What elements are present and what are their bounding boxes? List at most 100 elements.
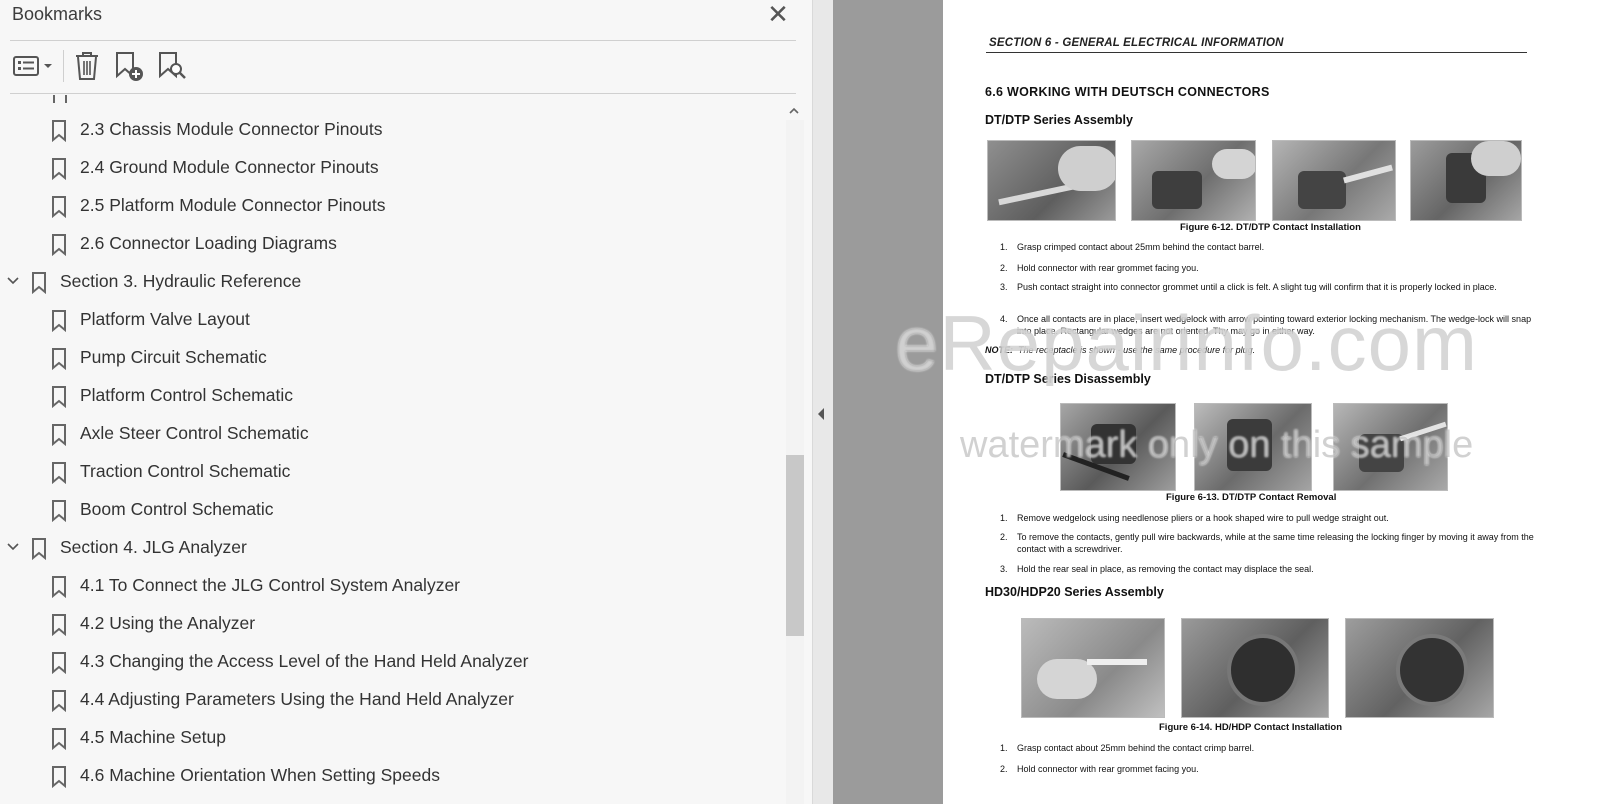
step-text: Hold the rear seal in place, as removing…	[1017, 564, 1314, 574]
bookmark-section-item[interactable]: Section 4. JLG Analyzer	[0, 529, 780, 567]
step-text: Grasp crimped contact about 25mm behind …	[1017, 242, 1265, 252]
step-text: Grasp contact about 25mm behind the cont…	[1017, 743, 1255, 753]
bookmark-icon	[31, 538, 47, 561]
bookmark-icon	[31, 272, 47, 295]
bookmark-item[interactable]: 2.3 Chassis Module Connector Pinouts	[0, 111, 780, 149]
bookmark-item[interactable]: 4.2 Using the Analyzer	[0, 605, 780, 643]
figure-caption: Figure 6-14. HD/HDP Contact Installation	[1159, 722, 1342, 733]
bookmark-label: Pump Circuit Schematic	[80, 347, 267, 367]
contact-photo	[1131, 140, 1256, 221]
step-number: 1.	[1000, 513, 1008, 523]
step-number: 1.	[1000, 242, 1008, 252]
bookmark-search-icon	[159, 52, 186, 79]
contact-photo	[1410, 140, 1522, 221]
contact-photo	[1345, 618, 1494, 718]
step-text: Push contact straight into connector gro…	[1017, 282, 1497, 292]
bookmark-item[interactable]: 4.4 Adjusting Parameters Using the Hand …	[0, 681, 780, 719]
list-options-icon	[13, 56, 52, 76]
contact-photo	[1021, 618, 1165, 718]
bookmark-label: 4.5 Machine Setup	[80, 727, 226, 747]
bookmark-label: 4.4 Adjusting Parameters Using the Hand …	[80, 689, 514, 709]
new-bookmark-button[interactable]	[112, 46, 146, 86]
bookmark-icon	[51, 158, 67, 181]
bookmark-label: Section 4. JLG Analyzer	[60, 537, 247, 557]
subheading-hd-assembly: HD30/HDP20 Series Assembly	[985, 585, 1164, 599]
bookmark-icon	[51, 234, 67, 257]
bookmark-icon	[51, 500, 67, 523]
chevron-down-icon[interactable]	[5, 539, 21, 555]
bookmark-item[interactable]: Traction Control Schematic	[0, 453, 780, 491]
bookmark-item[interactable]: Boom Control Schematic	[0, 491, 780, 529]
bookmark-item[interactable]: 4.6 Machine Orientation When Setting Spe…	[0, 757, 780, 795]
collapse-panel-arrow[interactable]	[815, 404, 827, 424]
header-rule	[986, 52, 1527, 53]
scroll-up-arrow[interactable]	[787, 104, 801, 118]
bookmark-label: Traction Control Schematic	[80, 461, 291, 481]
bookmark-tree: 2.3 Chassis Module Connector Pinouts 2.4 …	[0, 94, 785, 804]
bookmark-label: Boom Control Schematic	[80, 499, 274, 519]
close-icon: ✕	[767, 0, 789, 29]
scrollbar-thumb[interactable]	[786, 455, 804, 636]
bookmark-icon	[51, 576, 67, 599]
bookmark-label: Axle Steer Control Schematic	[80, 423, 309, 443]
close-panel-button[interactable]: ✕	[766, 0, 790, 29]
bookmark-item[interactable]: 2.6 Connector Loading Diagrams	[0, 225, 780, 263]
watermark-subtext: watermark only on this sample	[960, 424, 1474, 466]
bookmark-icon	[51, 386, 67, 409]
bookmark-section-item[interactable]: Section 3. Hydraulic Reference	[0, 263, 780, 301]
bookmark-item[interactable]: 4.5 Machine Setup	[0, 719, 780, 757]
bookmark-icon	[51, 348, 67, 371]
step-number: 2.	[1000, 532, 1008, 542]
options-menu-button[interactable]	[10, 46, 56, 86]
step-text: Remove wedgelock using needlenose pliers…	[1017, 513, 1389, 523]
bookmark-item[interactable]: 4.1 To Connect the JLG Control System An…	[0, 567, 780, 605]
bookmark-label: Platform Control Schematic	[80, 385, 293, 405]
bookmark-label: 2.6 Connector Loading Diagrams	[80, 233, 337, 253]
step-number: 2.	[1000, 263, 1008, 273]
document-page[interactable]: SECTION 6 - GENERAL ELECTRICAL INFORMATI…	[943, 0, 1607, 804]
step-number: 3.	[1000, 282, 1008, 292]
page-heading: 6.6 WORKING WITH DEUTSCH CONNECTORS	[985, 85, 1270, 99]
bookmark-item[interactable]: Pump Circuit Schematic	[0, 339, 780, 377]
delete-bookmark-button[interactable]	[72, 46, 102, 86]
bookmark-label: 2.4 Ground Module Connector Pinouts	[80, 157, 379, 177]
divider	[10, 40, 796, 41]
section-header: SECTION 6 - GENERAL ELECTRICAL INFORMATI…	[989, 37, 1284, 49]
bookmark-icon	[51, 424, 67, 447]
bookmark-icon	[51, 652, 67, 675]
bookmark-icon	[51, 462, 67, 485]
bookmark-icon	[51, 196, 67, 219]
bookmark-item[interactable]: 4.3 Changing the Access Level of the Han…	[0, 643, 780, 681]
bookmark-item[interactable]: Platform Control Schematic	[0, 377, 780, 415]
bookmark-label: Section 3. Hydraulic Reference	[60, 271, 302, 291]
figure-caption: Figure 6-13. DT/DTP Contact Removal	[1166, 492, 1337, 503]
chevron-down-icon[interactable]	[5, 273, 21, 289]
subheading-dt-assembly: DT/DTP Series Assembly	[985, 113, 1133, 127]
bookmark-label: 4.3 Changing the Access Level of the Han…	[80, 651, 529, 671]
find-bookmark-button[interactable]	[155, 46, 189, 86]
watermark: eRepairinfo.com	[895, 299, 1478, 387]
bookmark-label: 4.1 To Connect the JLG Control System An…	[80, 575, 461, 595]
bookmark-item[interactable]: Axle Steer Control Schematic	[0, 415, 780, 453]
bookmark-icon	[51, 766, 67, 789]
bookmark-label: 4.2 Using the Analyzer	[80, 613, 256, 633]
figure-caption: Figure 6-12. DT/DTP Contact Installation	[1180, 222, 1361, 233]
document-gutter	[833, 0, 943, 804]
bookmark-label: 2.5 Platform Module Connector Pinouts	[80, 195, 386, 215]
step-number: 1.	[1000, 743, 1008, 753]
trash-icon	[76, 52, 98, 80]
bookmark-icon	[51, 614, 67, 637]
panel-splitter[interactable]	[812, 0, 833, 804]
step-number: 2.	[1000, 764, 1008, 774]
bookmark-item[interactable]: 2.4 Ground Module Connector Pinouts	[0, 149, 780, 187]
contact-photo	[1181, 618, 1329, 718]
bookmark-label: 4.6 Machine Orientation When Setting Spe…	[80, 765, 440, 785]
step-number: 3.	[1000, 564, 1008, 574]
step-text: Hold connector with rear grommet facing …	[1017, 764, 1199, 774]
step-text: Hold connector with rear grommet facing …	[1017, 263, 1199, 273]
bookmark-item[interactable]: Platform Valve Layout	[0, 301, 780, 339]
bookmark-label: Platform Valve Layout	[80, 309, 250, 329]
contact-photo	[1272, 140, 1396, 221]
bookmark-icon	[51, 728, 67, 751]
bookmark-item[interactable]: 2.5 Platform Module Connector Pinouts	[0, 187, 780, 225]
